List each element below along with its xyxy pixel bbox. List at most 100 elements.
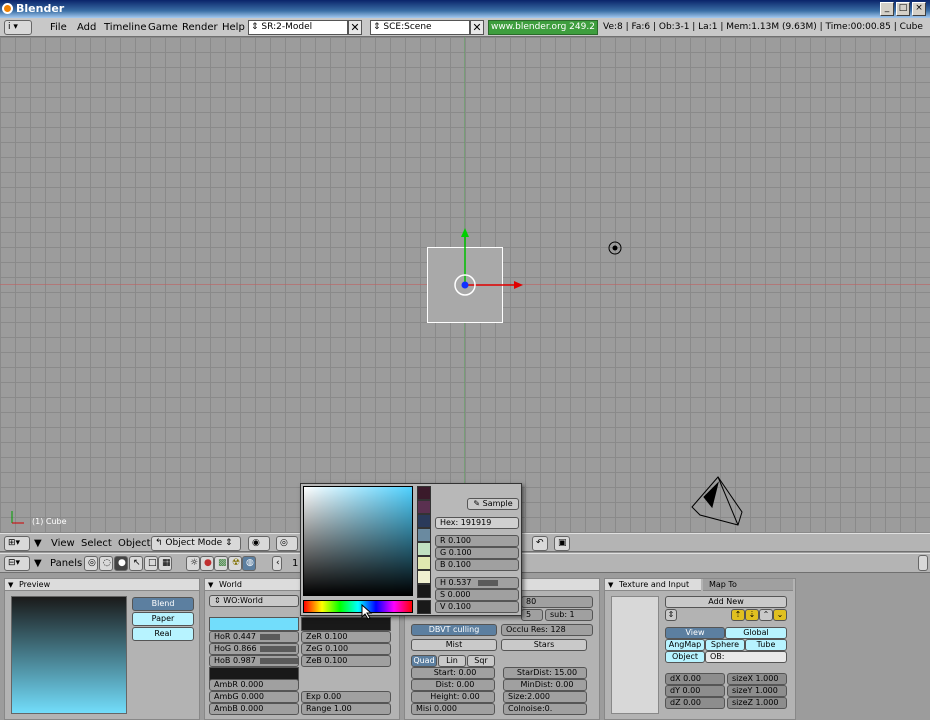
mist-lin-button[interactable]: Lin — [438, 655, 466, 667]
occ-small-field[interactable]: 5 — [521, 609, 543, 621]
map-angmap-button[interactable]: AngMap — [665, 639, 705, 651]
delete-scene-button[interactable]: ✕ — [470, 20, 484, 35]
texture-buttons-icon[interactable]: ▩ — [214, 556, 228, 571]
menu-render[interactable]: Render — [182, 22, 218, 33]
draw-type-dropdown[interactable]: ◉ — [248, 536, 270, 551]
zenith-r-field[interactable]: ZeR 0.100 — [301, 631, 391, 643]
minimize-button[interactable]: _ — [880, 2, 894, 16]
occ-sub-field[interactable]: sub: 1 — [545, 609, 593, 621]
scene-field[interactable]: ⇕ SCE:Scene — [370, 20, 470, 35]
render-icon[interactable]: ▣ — [554, 536, 570, 551]
preview-blend-button[interactable]: Blend — [132, 597, 194, 611]
sample-button[interactable]: ✎ Sample — [467, 498, 519, 510]
radiosity-buttons-icon[interactable]: ☢ — [228, 556, 242, 571]
palette-swatch-7[interactable] — [417, 570, 431, 584]
palette-swatch-6[interactable] — [417, 556, 431, 570]
texture-paste-icon[interactable]: ⇣ — [745, 609, 759, 621]
horizon-r-field[interactable]: HoR 0.447 — [209, 631, 299, 643]
world-buttons-icon[interactable]: ◍ — [242, 556, 256, 571]
star-dist-field[interactable]: StarDist: 15.00 — [503, 667, 587, 679]
map-tube-button[interactable]: Tube — [745, 639, 787, 651]
menu-add[interactable]: Add — [77, 22, 96, 33]
camera-icon[interactable] — [691, 476, 743, 526]
horizon-b-field[interactable]: HoB 0.987 — [209, 655, 299, 667]
scene-context-icon[interactable]: ▦ — [158, 556, 172, 571]
mode-dropdown[interactable]: ↰ Object Mode ⇕ — [151, 536, 241, 551]
map-global-button[interactable]: Global — [725, 627, 787, 639]
maximize-button[interactable]: □ — [896, 2, 910, 16]
size-z-field[interactable]: sizeZ 1.000 — [727, 697, 787, 709]
mist-toggle[interactable]: Mist — [411, 639, 497, 651]
object-context-icon[interactable]: ↖ — [129, 556, 143, 571]
map-view-button[interactable]: View — [665, 627, 725, 639]
green-field[interactable]: G 0.100 — [435, 547, 519, 559]
map-object-field[interactable]: OB: — [705, 651, 787, 663]
blender-url-link[interactable]: www.blender.org 249.2 — [488, 20, 598, 35]
hex-field[interactable]: Hex: 191919 — [435, 517, 519, 529]
offset-x-field[interactable]: dX 0.00 — [665, 673, 725, 685]
editor-type-icon[interactable]: ⊞▾ — [4, 536, 30, 551]
collapse-menu-icon[interactable]: ▼ — [34, 538, 42, 549]
frame-value[interactable]: 1 — [292, 558, 298, 569]
dbvt-culling-button[interactable]: DBVT culling — [411, 624, 497, 636]
preview-panel-tab[interactable]: Preview — [5, 579, 199, 591]
blue-field[interactable]: B 0.100 — [435, 559, 519, 571]
palette-swatch-2[interactable] — [417, 500, 431, 514]
mist-sqr-button[interactable]: Sqr — [467, 655, 495, 667]
menu-view[interactable]: View — [51, 538, 75, 549]
palette-swatch-1[interactable] — [417, 486, 431, 500]
material-buttons-icon[interactable]: ● — [200, 556, 214, 571]
map-to-tab[interactable]: Map To — [703, 579, 793, 591]
mist-dist-field[interactable]: Dist: 0.00 — [411, 679, 495, 691]
world-name-field[interactable]: ⇕ WO:World — [209, 595, 299, 607]
range-field[interactable]: Range 1.00 — [301, 703, 391, 715]
menu-select[interactable]: Select — [81, 538, 112, 549]
menu-file[interactable]: File — [50, 22, 67, 33]
offset-y-field[interactable]: dY 0.00 — [665, 685, 725, 697]
frame-prev-arrow[interactable]: ‹ — [272, 556, 282, 571]
preview-paper-button[interactable]: Paper — [132, 612, 194, 626]
lamp-buttons-icon[interactable]: ☼ — [186, 556, 200, 571]
zenith-b-field[interactable]: ZeB 0.100 — [301, 655, 391, 667]
texture-copy-icon[interactable]: ⇡ — [731, 609, 745, 621]
screen-field[interactable]: ⇕ SR:2-Model — [248, 20, 348, 35]
texture-channel-list[interactable] — [611, 596, 659, 714]
script-context-icon[interactable]: ◌ — [99, 556, 113, 571]
add-new-texture-button[interactable]: Add New — [665, 596, 787, 608]
value-field[interactable]: V 0.100 — [435, 601, 519, 613]
palette-swatch-3[interactable] — [417, 514, 431, 528]
ambient-r-field[interactable]: AmbR 0.000 — [209, 679, 299, 691]
menu-help[interactable]: Help — [222, 22, 245, 33]
horizon-g-field[interactable]: HoG 0.866 — [209, 643, 299, 655]
3d-viewport[interactable]: (1) Cube — [0, 37, 930, 533]
map-sphere-button[interactable]: Sphere — [705, 639, 745, 651]
delete-screen-button[interactable]: ✕ — [348, 20, 362, 35]
offset-z-field[interactable]: dZ 0.00 — [665, 697, 725, 709]
star-mindist-field[interactable]: MinDist: 0.00 — [503, 679, 587, 691]
editing-context-icon[interactable]: □ — [144, 556, 158, 571]
buttons-editor-icon[interactable]: ⊟▾ — [4, 556, 30, 571]
ambient-g-field[interactable]: AmbG 0.000 — [209, 691, 299, 703]
stars-toggle[interactable]: Stars — [501, 639, 587, 651]
lamp-icon[interactable] — [608, 241, 622, 255]
header-scroll-handle[interactable] — [918, 555, 928, 571]
ambient-b-field[interactable]: AmbB 0.000 — [209, 703, 299, 715]
pivot-dropdown[interactable]: ◎ — [276, 536, 298, 551]
close-window-button[interactable]: × — [912, 2, 926, 16]
shading-context-icon[interactable]: ● — [114, 556, 128, 571]
mist-start-field[interactable]: Start: 0.00 — [411, 667, 495, 679]
menu-timeline[interactable]: Timeline — [104, 22, 147, 33]
texture-browse-button[interactable]: ⇕ — [665, 609, 677, 621]
undo-icon[interactable]: ↶ — [532, 536, 548, 551]
texture-up-icon[interactable]: ⌃ — [759, 609, 773, 621]
menu-game[interactable]: Game — [148, 22, 178, 33]
occ-value-field[interactable]: 80 — [521, 596, 593, 608]
star-size-field[interactable]: Size:2.000 — [503, 691, 587, 703]
saturation-value-square[interactable] — [303, 486, 413, 596]
texture-input-tab[interactable]: Texture and Input — [605, 579, 701, 591]
menu-object[interactable]: Object — [118, 538, 151, 549]
palette-swatch-5[interactable] — [417, 542, 431, 556]
palette-swatch-4[interactable] — [417, 528, 431, 542]
window-type-icon[interactable]: i ▾ — [4, 20, 32, 35]
zenith-color-swatch[interactable] — [301, 617, 391, 631]
